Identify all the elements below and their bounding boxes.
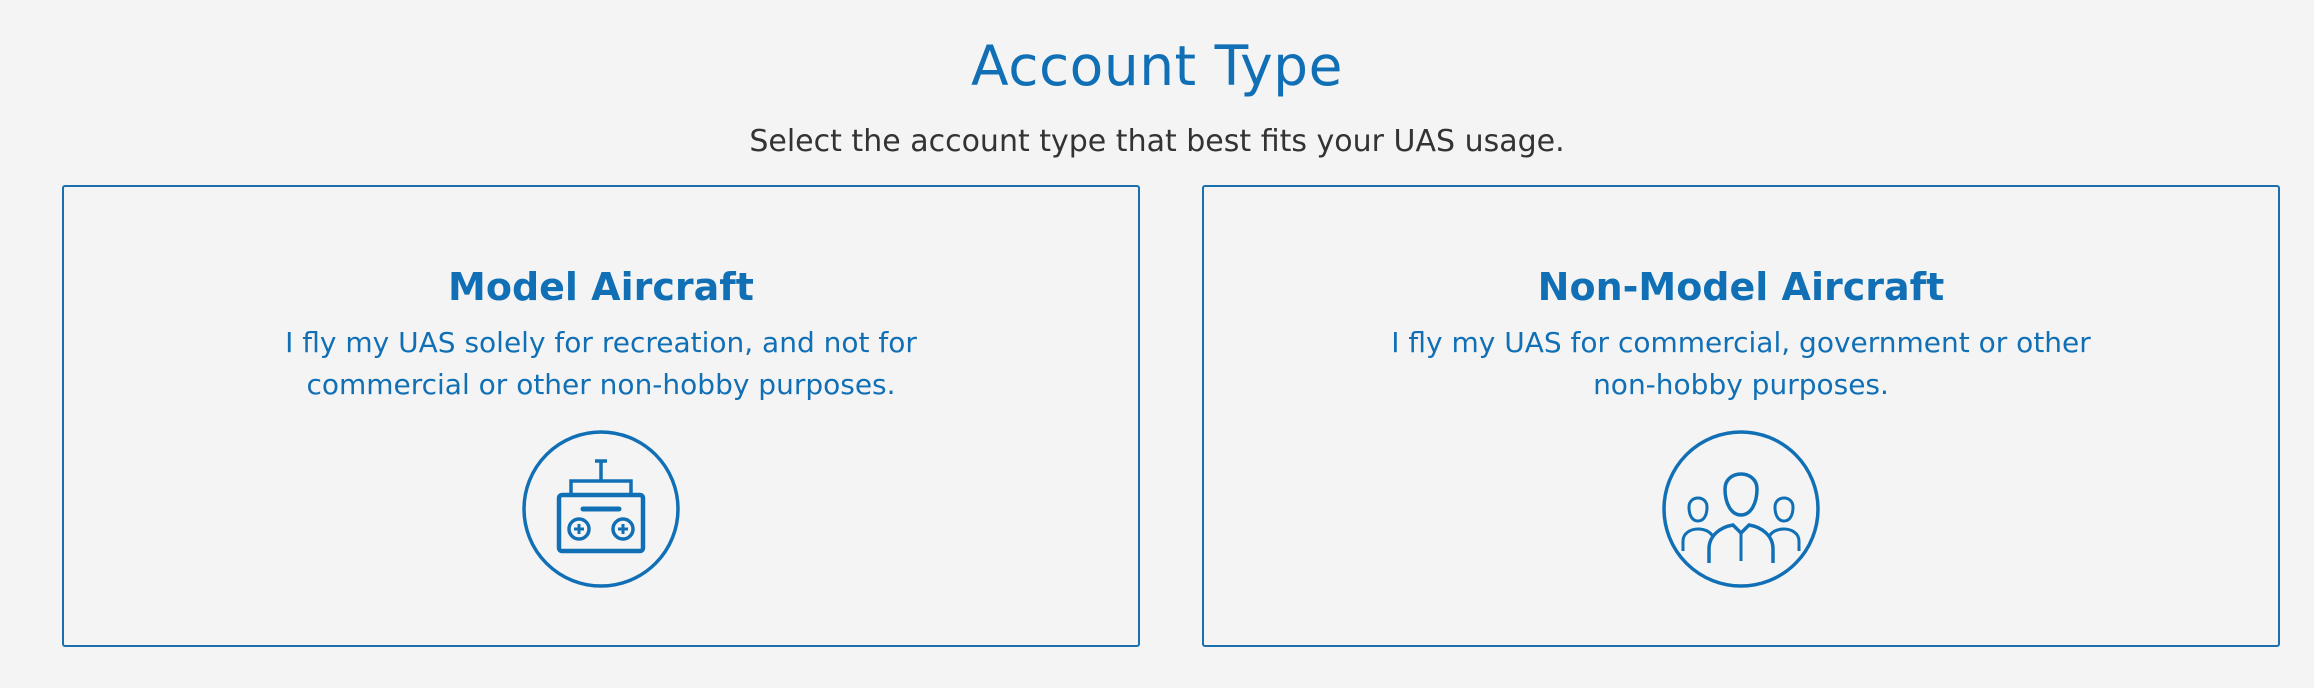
model-aircraft-card[interactable]: Model Aircraft I fly my UAS solely for r… — [62, 185, 1140, 647]
page-subtitle: Select the account type that best fits y… — [749, 124, 1565, 159]
card-description: I fly my UAS for commercial, government … — [1391, 326, 2091, 401]
card-title: Non-Model Aircraft — [1537, 265, 1945, 309]
remote-controller-icon — [521, 429, 681, 589]
non-model-aircraft-card[interactable]: Non-Model Aircraft I fly my UAS for comm… — [1202, 185, 2280, 647]
card-description: I fly my UAS solely for recreation, and … — [285, 326, 917, 401]
page-title: Account Type — [971, 34, 1343, 98]
card-title: Model Aircraft — [448, 265, 754, 309]
people-group-icon — [1661, 429, 1821, 589]
